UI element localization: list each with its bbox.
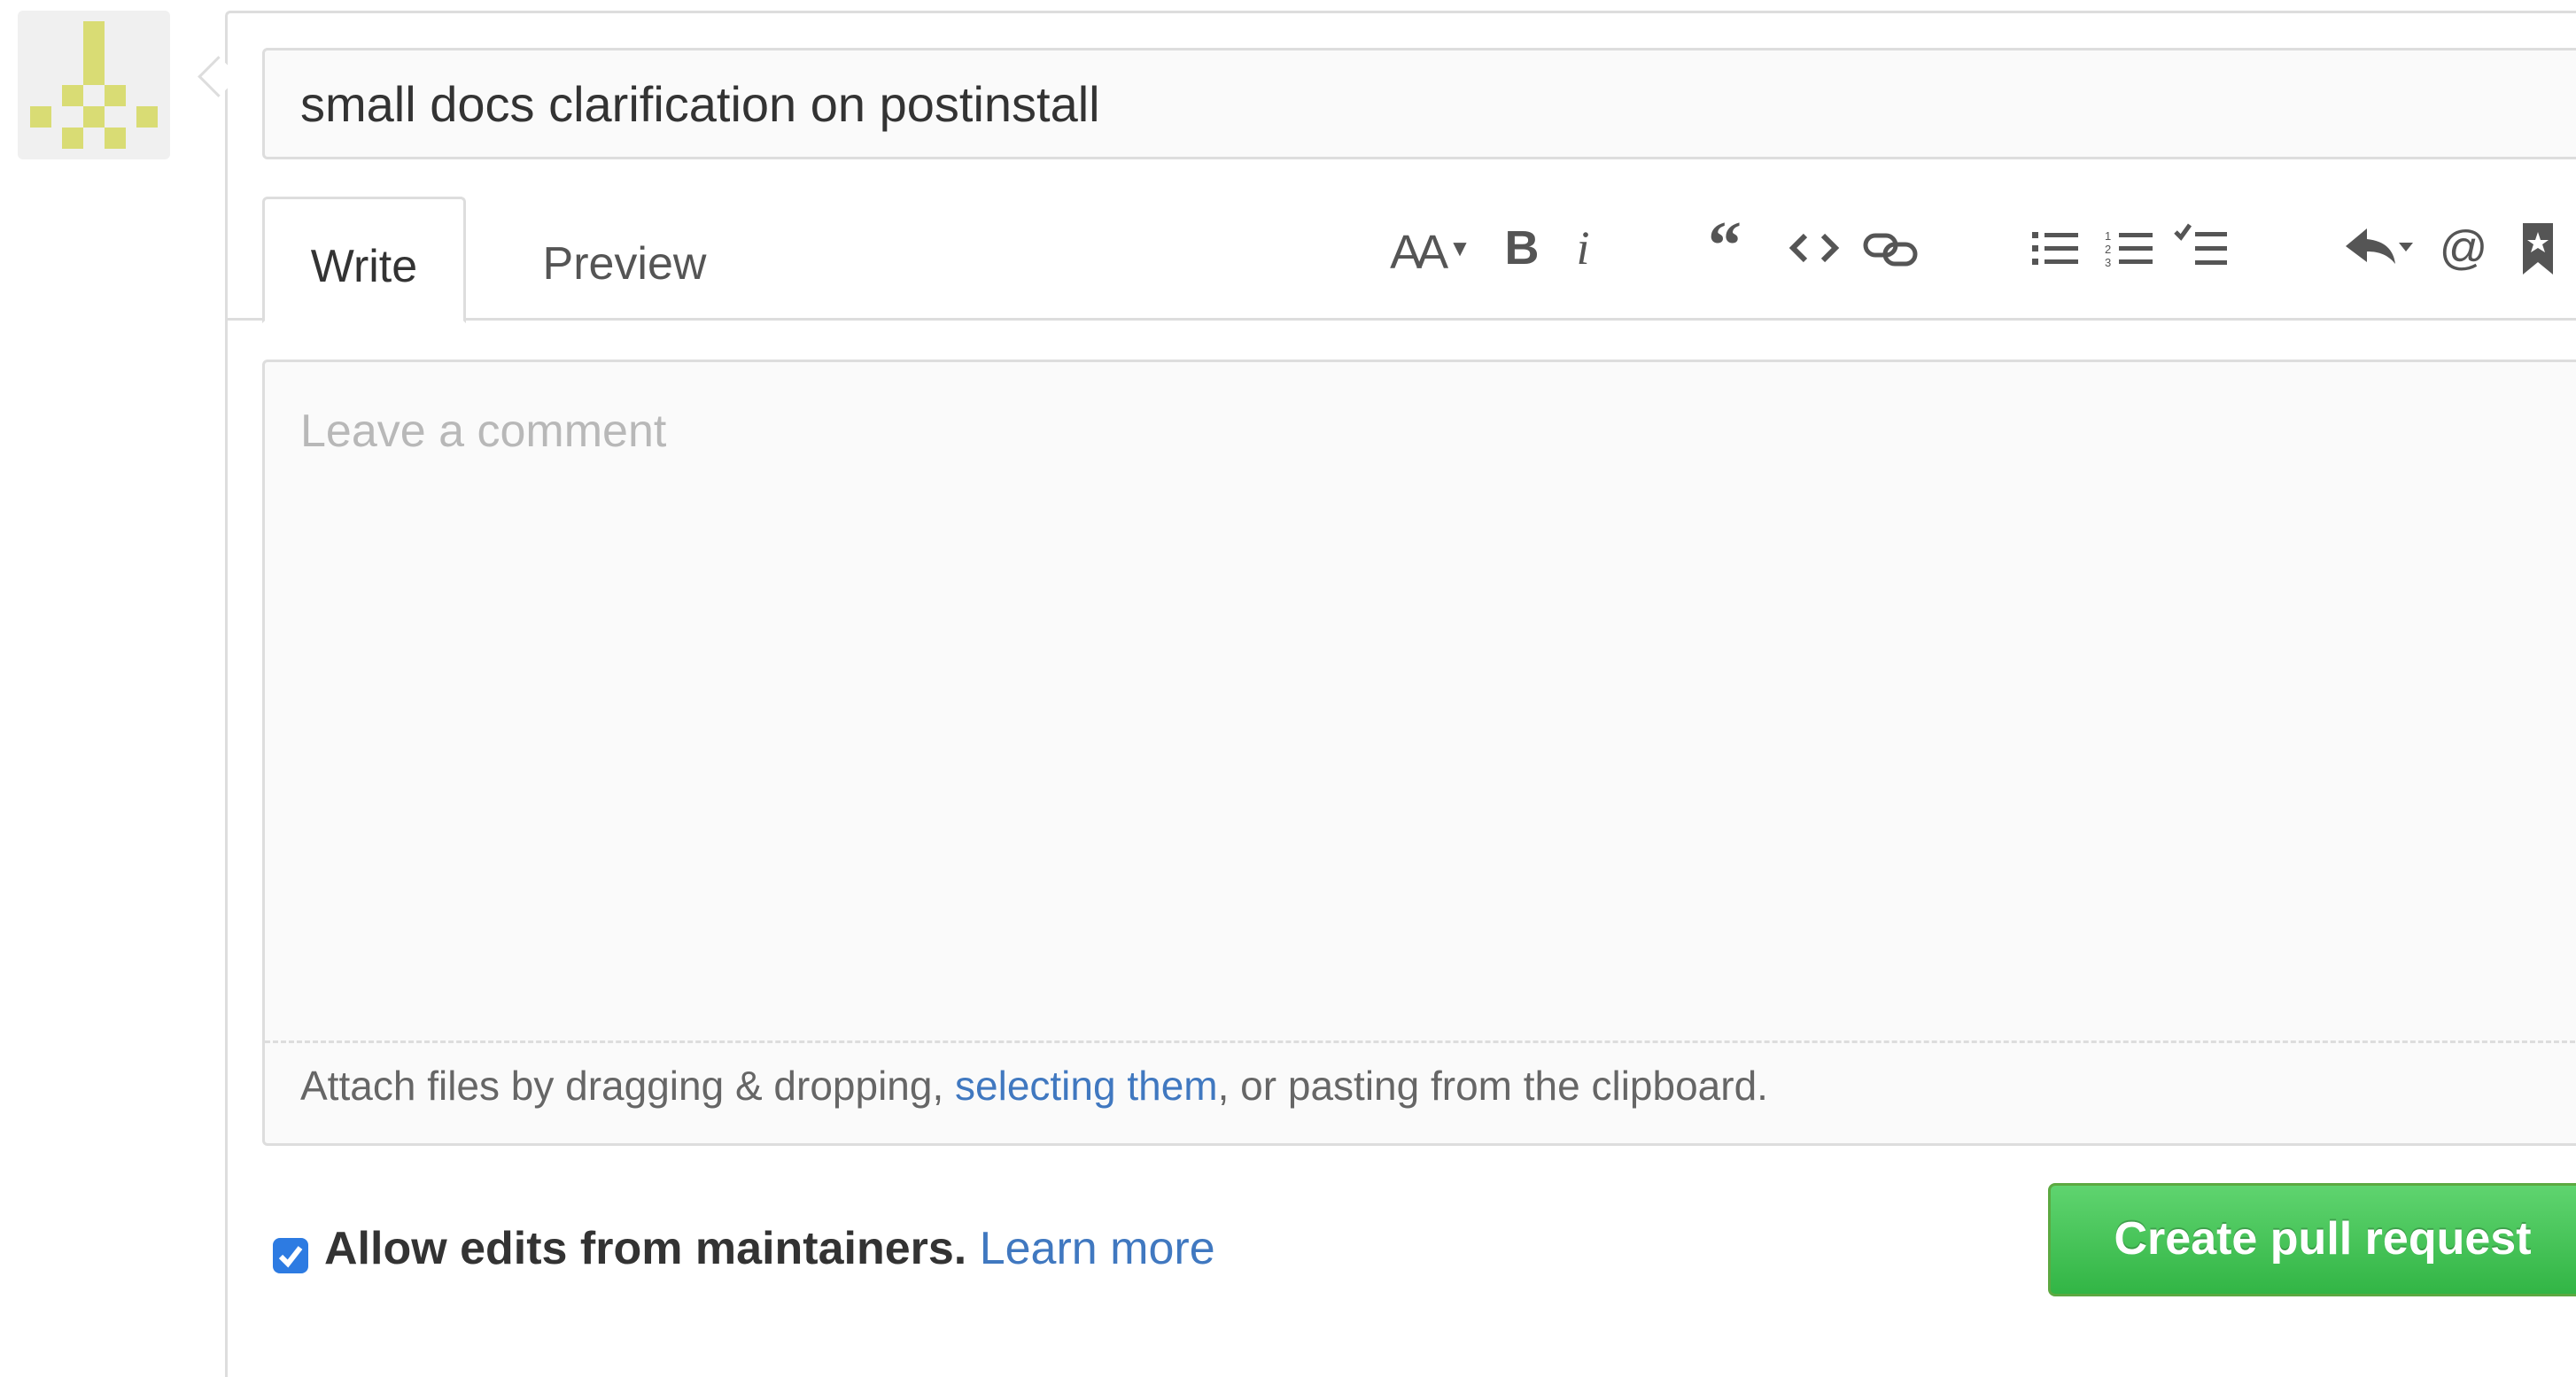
svg-text:“: “ <box>1708 213 1742 282</box>
select-files-link[interactable]: selecting them <box>955 1063 1218 1109</box>
quote-icon[interactable]: “ <box>1704 213 1761 283</box>
attach-files-hint[interactable]: Attach files by dragging & dropping, sel… <box>300 1062 1768 1110</box>
comment-box: Attach files by dragging & dropping, sel… <box>262 360 2576 1146</box>
allow-edits-row: Allow edits from maintainers. Learn more <box>324 1222 1215 1275</box>
italic-label: i <box>1576 221 1590 275</box>
bullet-list-icon[interactable] <box>2029 213 2082 283</box>
bold-label: B <box>1504 221 1540 275</box>
identicon-pixel <box>30 106 51 128</box>
identicon-pixel <box>105 85 126 106</box>
identicon-pixel <box>62 128 83 149</box>
identicon-pixel <box>62 85 83 106</box>
attach-text-suffix: , or pasting from the clipboard. <box>1217 1063 1768 1109</box>
header-label: AA <box>1390 226 1448 279</box>
allow-edits-label[interactable]: Allow edits from maintainers. <box>324 1223 966 1274</box>
code-icon[interactable] <box>1786 213 1843 283</box>
drag-drop-divider <box>265 1040 2576 1043</box>
bold-icon[interactable]: B <box>1497 213 1547 283</box>
identicon-pixel <box>136 106 158 128</box>
mention-icon[interactable]: @ <box>2434 213 2493 283</box>
avatar[interactable] <box>18 11 170 159</box>
svg-text:2: 2 <box>2105 243 2111 256</box>
task-list-icon[interactable] <box>2174 213 2231 283</box>
title-input[interactable] <box>262 48 2576 159</box>
mention-label: @ <box>2439 221 2488 275</box>
tab-preview[interactable]: Preview <box>523 197 726 321</box>
identicon-pixel <box>105 128 126 149</box>
allow-edits-checkbox[interactable] <box>273 1238 308 1273</box>
svg-text:3: 3 <box>2105 256 2111 269</box>
identicon-pixel <box>83 106 105 128</box>
numbered-list-icon[interactable]: 123 <box>2103 213 2156 283</box>
attach-text: Attach files by dragging & dropping, <box>300 1063 956 1109</box>
comment-textarea[interactable] <box>265 362 2576 1040</box>
link-icon[interactable] <box>1860 213 1920 283</box>
text-size-icon[interactable]: AA ▼ <box>1382 213 1479 283</box>
create-pull-request-button[interactable]: Create pull request <box>2048 1183 2576 1296</box>
learn-more-link[interactable]: Learn more <box>980 1223 1215 1274</box>
italic-icon[interactable]: i <box>1561 213 1605 283</box>
bookmark-icon[interactable] <box>2516 213 2560 283</box>
identicon-pixel <box>83 21 105 85</box>
svg-text:1: 1 <box>2105 229 2111 243</box>
reply-icon[interactable] <box>2340 213 2420 283</box>
tab-write[interactable]: Write <box>262 197 466 323</box>
